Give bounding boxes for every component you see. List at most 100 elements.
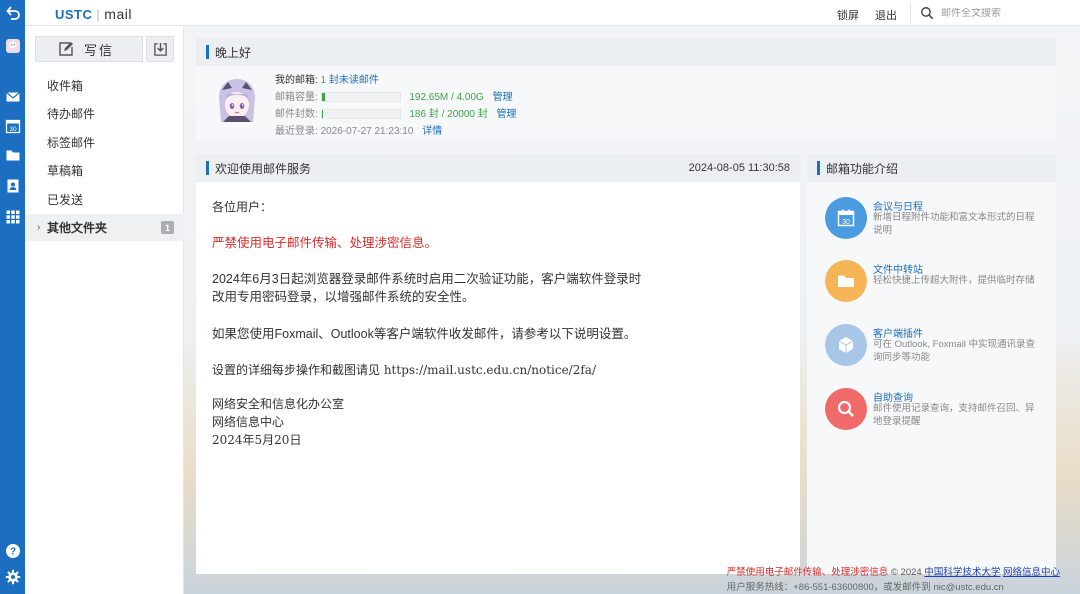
last-login-label: 最近登录: [275,126,318,137]
greeting-header: 晚上好 [196,38,1056,66]
greeting-title: 晚上好 [215,45,252,60]
footer-link-nic[interactable]: 网络信息中心 [1003,567,1060,578]
capacity-progress-bar [320,92,401,103]
folder-sidebar: 写信 收件箱 待办邮件 标签邮件 草稿箱 已发送 › 其他文件夹 1 [25,26,184,594]
feature-item-file-transfer[interactable]: 文件中转站 轻松快捷上传超大附件，提供临时存储 [825,260,1050,304]
folder-label: 收件箱 [47,79,84,93]
search-icon [825,388,867,430]
footer-warning: 严禁使用电子邮件传输、处理涉密信息 [726,567,889,578]
last-login-details-link[interactable]: 详情 [422,126,442,137]
header-accent-bar [817,161,820,175]
notice-paragraph-line: 改用专用密码登录，以增强邮件系统的安全性。 [212,290,475,304]
folder-tagged[interactable]: 标签邮件 [25,129,184,156]
settings-gear-icon[interactable] [4,568,21,585]
folder-label: 草稿箱 [47,164,84,178]
folder-label: 已发送 [47,193,84,207]
compose-label: 写信 [84,42,115,58]
notice-datetime: 2024-08-05 11:30:58 [688,162,790,174]
notice-warning: 严禁使用电子邮件传输、处理涉密信息。 [212,236,438,250]
mail-count-row: 邮件封数: 186 封 / 20000 封 管理 [275,105,517,120]
chevron-right-icon[interactable]: › [37,222,40,233]
capacity-progress-fill [321,93,326,102]
logo-product: mail [104,6,132,22]
top-bar: USTC | mail 锁屏 退出 [25,0,1080,26]
notice-header: 欢迎使用邮件服务 2024-08-05 11:30:58 [196,154,800,182]
notice-signature-center: 网络信息中心 [212,415,285,429]
capacity-value: 192.65M / 4.00G [409,92,484,103]
mail-count-value: 186 封 / 20000 封 [409,109,488,120]
mail-count-progress-fill [321,110,323,119]
folder-label: 待办邮件 [47,107,96,121]
lock-screen-button[interactable]: 锁屏 [837,7,859,23]
svg-text:30: 30 [9,126,17,133]
capacity-row: 邮箱容量: 192.65M / 4.00G 管理 [275,88,513,103]
svg-text:30: 30 [842,219,850,226]
features-panel: 邮箱功能介绍 30 会议与日程 新增日程附件功能和富文本形式的日程说明 文件中转… [807,154,1056,574]
last-login-row: 最近登录: 2026-07-27 21:23:10 详情 [275,122,442,137]
footer-line-1: 严禁使用电子邮件传输、处理涉密信息 © 2024 中国科学技术大学 网络信息中心 [727,564,1060,578]
search-icon[interactable] [920,6,934,20]
notice-salutation: 各位用户： [212,200,273,214]
download-icon [153,42,168,57]
mail-count-label: 邮件封数: [275,109,318,120]
search-box[interactable] [920,4,1070,22]
mail-count-manage-link[interactable]: 管理 [497,109,517,120]
capacity-label: 邮箱容量: [275,92,318,103]
folder-todo[interactable]: 待办邮件 [25,100,184,127]
my-mailbox-label: 我的邮箱: [275,75,318,86]
feature-desc: 新增日程附件功能和富文本形式的日程说明 [873,212,1035,236]
unread-count: 1 [320,75,327,86]
feature-desc: 邮件使用记录查询，支持邮件召回、异地登录提醒 [873,403,1035,427]
page-footer: 严禁使用电子邮件传输、处理涉密信息 © 2024 中国科学技术大学 网络信息中心… [727,564,1060,593]
unread-badge: 1 [161,221,174,234]
notice-panel: 欢迎使用邮件服务 2024-08-05 11:30:58 各位用户： 严禁使用电… [196,154,800,574]
capacity-manage-link[interactable]: 管理 [493,92,513,103]
notice-paragraph-line: 2024年6月3日起浏览器登录邮件系统时启用二次验证功能，客户端软件登录时 [212,272,642,286]
back-icon[interactable] [4,4,21,21]
topbar-divider [910,3,911,23]
search-input[interactable] [941,7,1061,19]
mail-count-progress-bar [320,109,401,120]
logo-brand: USTC [55,7,93,22]
folder-icon[interactable] [4,146,21,163]
feature-item-self-query[interactable]: 自助查询 邮件使用记录查询，支持邮件召回、异地登录提醒 [825,388,1050,432]
notice-paragraph-link: 设置的详细每步操作和截图请见 https://mail.ustc.edu.cn/… [212,363,596,377]
notice-title: 欢迎使用邮件服务 [215,161,312,176]
unread-mail-link[interactable]: 封未读邮件 [329,75,379,86]
notice-signature-date: 2024年5月20日 [212,433,302,447]
folder-label: 标签邮件 [47,136,96,150]
footer-copyright: © 2024 [890,567,922,578]
folder-other[interactable]: › 其他文件夹 1 [25,214,184,241]
feature-item-client-plugin[interactable]: 客户端插件 可在 Outlook, Foxmail 中实现通讯录查询同步等功能 [825,324,1050,368]
contacts-icon[interactable] [4,177,21,194]
greeting-panel: 晚上好 我的邮箱: 1 封未读邮件 邮箱容量: 192.65M / 4.00G … [196,38,1056,140]
app-logo[interactable]: USTC | mail [55,6,132,22]
compose-button[interactable]: 写信 [35,36,143,62]
features-header: 邮箱功能介绍 [807,154,1056,182]
header-accent-bar [206,161,209,175]
mail-icon[interactable] [4,88,21,105]
receive-mail-button[interactable] [146,36,174,62]
app-rail: 30 ? [0,0,25,594]
help-icon[interactable]: ? [4,542,21,559]
logout-button[interactable]: 退出 [875,7,897,23]
footer-link-ustc[interactable]: 中国科学技术大学 [924,567,1000,578]
feature-item-calendar[interactable]: 30 会议与日程 新增日程附件功能和富文本形式的日程说明 [825,197,1050,241]
compose-icon [58,41,74,57]
notice-paragraph: 如果您使用Foxmail、Outlook等客户端软件收发邮件，请参考以下说明设置… [212,327,637,341]
notice-body: 各位用户： 严禁使用电子邮件传输、处理涉密信息。 2024年6月3日起浏览器登录… [212,198,782,449]
folder-drafts[interactable]: 草稿箱 [25,157,184,184]
folder-label: 其他文件夹 [47,221,108,235]
cube-icon [825,324,867,366]
calendar-icon[interactable]: 30 [4,117,21,134]
folder-icon [825,260,867,302]
features-title: 邮箱功能介绍 [826,161,899,176]
user-avatar-icon[interactable] [4,37,21,54]
footer-contact: 用户服务热线：+86-551-63600800，或发邮件到 nic@ustc.e… [726,582,1004,593]
apps-grid-icon[interactable] [4,208,21,225]
folder-inbox[interactable]: 收件箱 [25,72,184,99]
calendar-icon: 30 [825,197,867,239]
folder-sent[interactable]: 已发送 [25,186,184,213]
avatar[interactable] [216,78,258,126]
logo-separator: | [96,7,101,22]
